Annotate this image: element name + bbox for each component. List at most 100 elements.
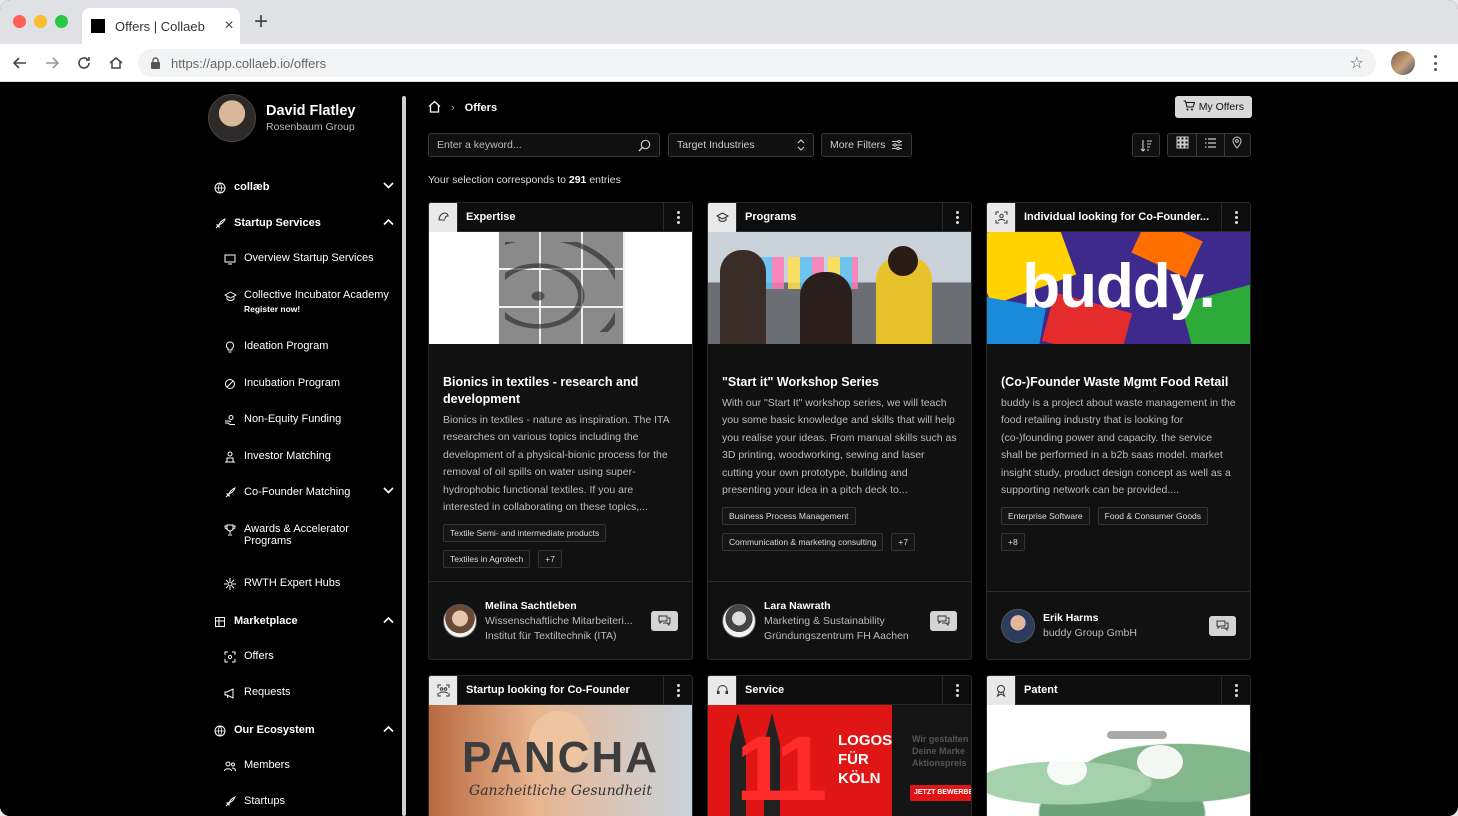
chat-button[interactable]	[651, 610, 678, 631]
tag[interactable]: Textiles in Agrotech	[443, 550, 531, 569]
tag[interactable]: Food & Consumer Goods	[1097, 507, 1209, 526]
close-tab-icon[interactable]: ×	[218, 17, 240, 35]
maximize-window-button[interactable]	[55, 15, 68, 28]
offer-card[interactable]: Programs "Start it" Workshop Series With…	[707, 202, 972, 660]
card-menu-button[interactable]	[1222, 676, 1250, 705]
sort-icon	[1140, 139, 1152, 152]
chat-button[interactable]	[1209, 615, 1236, 636]
map-pin-icon[interactable]	[1232, 136, 1242, 154]
chevron-down-icon[interactable]	[383, 486, 394, 498]
sort-button[interactable]	[1132, 133, 1160, 157]
offer-card[interactable]: Service 11 LOGOS FÜR KÖLN Wir gestalten …	[707, 675, 972, 816]
tag[interactable]: Communication & marketing consulting	[722, 533, 884, 552]
sidebar-item-offers[interactable]: Offers	[222, 650, 402, 664]
nav-marketplace[interactable]: Marketplace	[212, 615, 402, 629]
card-title[interactable]: Bionics in textiles - research and devel…	[443, 374, 678, 408]
close-window-button[interactable]	[13, 15, 26, 28]
chevron-up-icon[interactable]	[383, 217, 394, 229]
sidebar-item-startups[interactable]: Startups	[222, 795, 402, 809]
contact-name[interactable]: Erik Harms	[1043, 612, 1201, 624]
card-menu-button[interactable]	[943, 676, 971, 705]
target-industries-select[interactable]: Target Industries	[668, 133, 814, 157]
contact-company: buddy Group GmbH	[1043, 627, 1137, 639]
sidebar-item-investor-matching[interactable]: Investor Matching	[222, 450, 402, 464]
tag-more[interactable]: +7	[891, 533, 916, 552]
graduation-cap-icon	[708, 203, 737, 232]
chevron-up-icon[interactable]	[383, 615, 394, 627]
members-icon	[222, 759, 238, 773]
search-icon[interactable]	[638, 139, 651, 152]
card-title[interactable]: "Start it" Workshop Series	[722, 374, 957, 391]
sidebar-item-ideation[interactable]: Ideation Program	[222, 340, 402, 354]
sidebar-scrollbar[interactable]	[402, 96, 406, 816]
offer-card[interactable]: Expertise Bionics in textiles - research…	[428, 202, 693, 660]
sidebar-item-non-equity[interactable]: Non-Equity Funding	[222, 413, 402, 427]
cart-icon	[1183, 100, 1195, 114]
card-title[interactable]: (Co-)Founder Waste Mgmt Food Retail	[1001, 374, 1236, 391]
sidebar-item-members[interactable]: Members	[222, 759, 402, 773]
offer-card[interactable]: Startup looking for Co-Founder PANCHA Ga…	[428, 675, 693, 816]
contact-role: Wissenschaftliche Mitarbeiteri...	[485, 614, 633, 627]
user-profile[interactable]: David Flatley Rosenbaum Group	[208, 94, 355, 142]
home-icon[interactable]	[428, 100, 441, 116]
tag[interactable]: Textile Semi- and intermediate products	[443, 524, 607, 543]
chat-button[interactable]	[930, 610, 957, 631]
nav-ecosystem[interactable]: Our Ecosystem	[212, 724, 402, 738]
grid-view-icon[interactable]	[1176, 136, 1189, 154]
profile-avatar[interactable]	[1391, 51, 1415, 75]
banner-cta: JETZT BEWERBEN	[910, 785, 971, 801]
forward-button[interactable]	[41, 52, 63, 74]
home-button[interactable]	[105, 52, 127, 74]
minimize-window-button[interactable]	[34, 15, 47, 28]
avatar[interactable]	[722, 603, 756, 638]
url-field[interactable]: https://app.collaeb.io/offers ☆	[138, 49, 1376, 77]
tag-more[interactable]: +8	[1001, 533, 1025, 552]
contact-name[interactable]: Lara Nawrath	[764, 600, 922, 612]
user-name: David Flatley	[266, 103, 356, 119]
card-image: buddy.	[987, 232, 1250, 344]
tag[interactable]: Business Process Management	[722, 507, 856, 526]
tag-more[interactable]: +7	[538, 550, 562, 569]
browser-menu-button[interactable]	[1428, 53, 1442, 73]
new-tab-button[interactable]: +	[254, 10, 268, 34]
offer-card[interactable]: Patent	[986, 675, 1251, 816]
contact-name[interactable]: Melina Sachtleben	[485, 600, 643, 612]
sidebar-item-requests[interactable]: Requests	[222, 686, 402, 700]
person-search-icon	[987, 203, 1016, 232]
card-type-label: Service	[737, 676, 943, 705]
card-menu-button[interactable]	[943, 203, 971, 232]
list-view-icon[interactable]	[1204, 136, 1217, 154]
offer-card[interactable]: Individual looking for Co-Founder... bud…	[986, 202, 1251, 660]
my-offers-button[interactable]: My Offers	[1174, 96, 1252, 118]
user-org: Rosenbaum Group	[266, 121, 355, 133]
card-menu-button[interactable]	[664, 203, 692, 232]
buddy-logo-text: buddy.	[1022, 252, 1216, 321]
reload-button[interactable]	[73, 52, 95, 74]
register-now-note: Register now!	[244, 304, 301, 314]
sidebar-item-co-founder-matching[interactable]: Co-Founder Matching	[222, 486, 402, 500]
sidebar-item-academy[interactable]: Collective Incubator Academy Register now…	[222, 289, 402, 314]
search-input[interactable]: Enter a keyword...	[428, 133, 660, 157]
card-menu-button[interactable]	[1222, 203, 1250, 232]
nav-startup-services[interactable]: Startup Services	[212, 217, 402, 231]
bookmark-star-icon[interactable]: ☆	[1350, 53, 1364, 73]
back-button[interactable]	[9, 52, 31, 74]
tag[interactable]: Enterprise Software	[1001, 507, 1090, 526]
avatar[interactable]	[443, 603, 477, 638]
avatar[interactable]	[1001, 608, 1035, 643]
tag-list: Enterprise Software Food & Consumer Good…	[1001, 507, 1236, 552]
chevron-up-icon[interactable]	[383, 724, 394, 736]
sidebar-item-awards[interactable]: Awards & Accelerator Programs	[222, 523, 402, 547]
browser-tab[interactable]: Offers | Collaeb ×	[82, 8, 240, 44]
app-area: David Flatley Rosenbaum Group collæb Sta…	[0, 82, 1458, 816]
sidebar-item-overview[interactable]: Overview Startup Services	[222, 252, 402, 266]
sidebar-item-expert-hubs[interactable]: RWTH Expert Hubs	[222, 577, 402, 591]
arrow-left-icon	[12, 57, 26, 69]
offers-icon	[222, 650, 238, 664]
contact-company: Institut für Textiltechnik (ITA)	[485, 629, 617, 642]
sidebar-item-incubation[interactable]: Incubation Program	[222, 377, 402, 391]
card-menu-button[interactable]	[664, 676, 692, 705]
more-filters-button[interactable]: More Filters	[821, 133, 912, 157]
chevron-down-icon[interactable]	[383, 181, 394, 193]
nav-collaeb[interactable]: collæb	[212, 181, 402, 195]
